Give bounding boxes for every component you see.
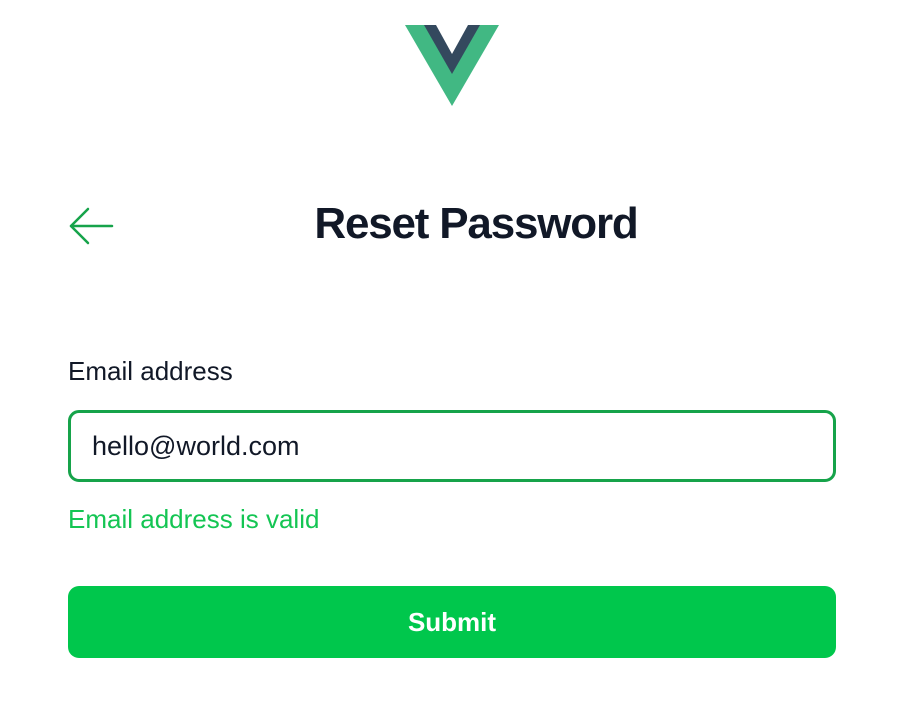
email-field[interactable] bbox=[68, 410, 836, 482]
arrow-left-icon bbox=[66, 204, 116, 248]
vue-logo-icon bbox=[405, 25, 499, 107]
validation-message: Email address is valid bbox=[68, 504, 320, 534]
page-title: Reset Password bbox=[314, 199, 638, 248]
back-button[interactable] bbox=[66, 204, 116, 248]
email-label: Email address bbox=[68, 356, 233, 386]
submit-button[interactable]: Submit bbox=[68, 586, 836, 658]
